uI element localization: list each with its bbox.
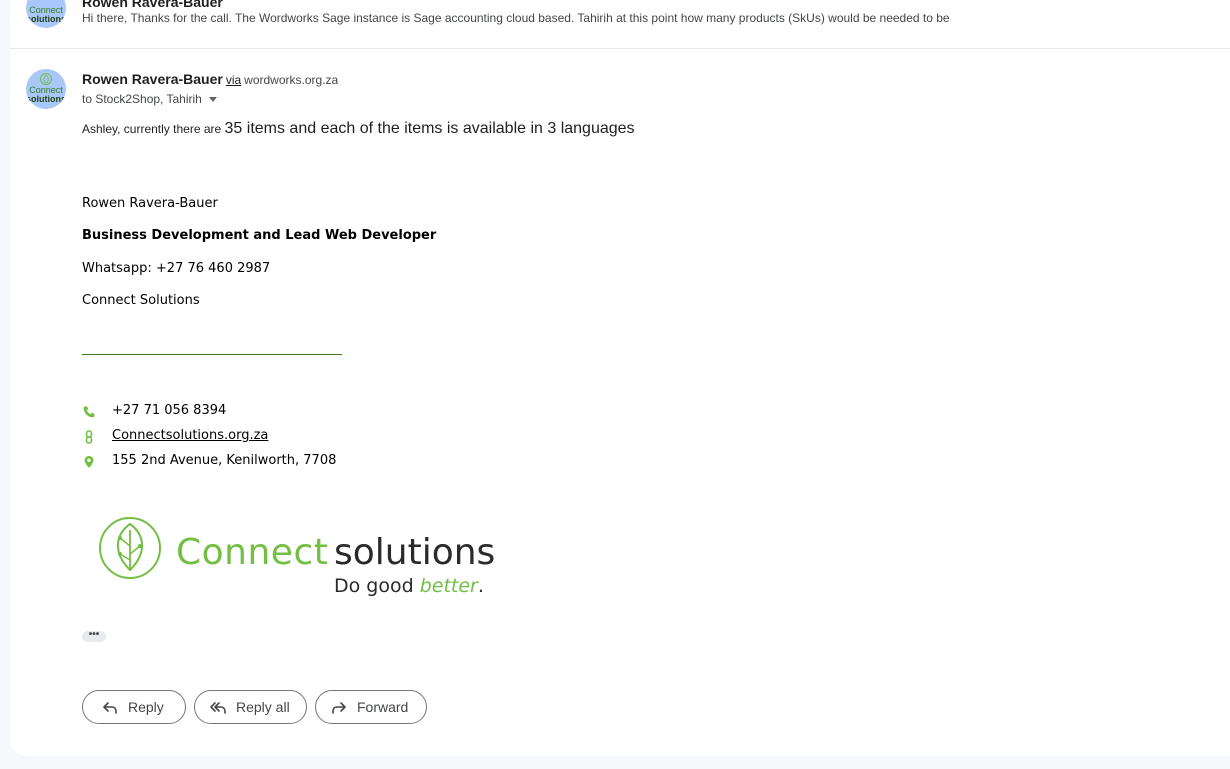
avatar-text: solutions	[26, 14, 66, 24]
reply-button[interactable]: Reply	[82, 690, 186, 724]
body-text-part: Ashley, currently there are	[82, 122, 225, 136]
company-logo: Connect solutions Do good better.	[98, 512, 498, 604]
logo-tagline: Do good better.	[334, 575, 484, 597]
signature-company: Connect Solutions	[82, 293, 200, 308]
body-text-part: 35 items and each of the items is availa…	[224, 120, 635, 137]
avatar: Connect solutions	[26, 0, 66, 28]
signature-name: Rowen Ravera-Bauer	[82, 196, 218, 211]
location-pin-icon	[84, 456, 94, 468]
collapsed-sender-name: Rowen Ravera-Bauer	[82, 0, 223, 10]
logo-tagline-part: .	[477, 575, 484, 597]
leaf-icon	[99, 517, 161, 579]
link-icon	[85, 430, 93, 444]
sender-line: Rowen Ravera-Bauer via wordworks.org.za	[82, 71, 338, 87]
signature-address: 155 2nd Avenue, Kenilworth, 7708	[112, 453, 337, 468]
collapsed-message[interactable]: Connect solutions Rowen Ravera-Bauer Hi …	[10, 0, 1230, 49]
signature-whatsapp: Whatsapp: +27 76 460 2987	[82, 261, 271, 276]
recipients-line[interactable]: to Stock2Shop, Tahirih	[82, 92, 217, 106]
chevron-down-icon[interactable]	[208, 97, 217, 103]
leaf-icon	[40, 73, 52, 85]
sender-name[interactable]: Rowen Ravera-Bauer	[82, 71, 223, 87]
via-domain: wordworks.org.za	[244, 73, 339, 87]
signature-divider	[82, 354, 342, 355]
logo-tagline-part: Do good	[334, 575, 420, 597]
logo-word-connect: Connect	[176, 532, 329, 573]
forward-icon	[332, 702, 346, 714]
phone-icon	[83, 406, 95, 418]
reply-all-label: Reply all	[236, 699, 290, 715]
recipients-text: to Stock2Shop, Tahirih	[82, 92, 202, 106]
sender-avatar[interactable]: Connect solutions	[26, 69, 66, 109]
signature-title: Business Development and Lead Web Develo…	[82, 228, 437, 243]
reply-all-icon	[210, 702, 226, 714]
collapsed-snippet: Hi there, Thanks for the call. The Wordw…	[82, 11, 950, 25]
signature-website-link[interactable]: Connectsolutions.org.za	[112, 428, 268, 443]
forward-label: Forward	[357, 699, 409, 715]
reply-label: Reply	[128, 699, 164, 715]
logo-word-solutions: solutions	[334, 532, 496, 573]
avatar-text: solutions	[26, 94, 66, 104]
signature-phone: +27 71 056 8394	[112, 403, 227, 418]
message-body: Ashley, currently there are 35 items and…	[82, 120, 635, 138]
email-thread: Connect solutions Rowen Ravera-Bauer Hi …	[10, 0, 1230, 756]
show-trimmed-content-button[interactable]: •••	[82, 630, 106, 642]
reply-all-button[interactable]: Reply all	[194, 690, 307, 724]
reply-icon	[103, 702, 117, 714]
forward-button[interactable]: Forward	[315, 690, 427, 724]
via-link[interactable]: via	[226, 73, 241, 87]
logo-tagline-better: better	[419, 575, 478, 597]
